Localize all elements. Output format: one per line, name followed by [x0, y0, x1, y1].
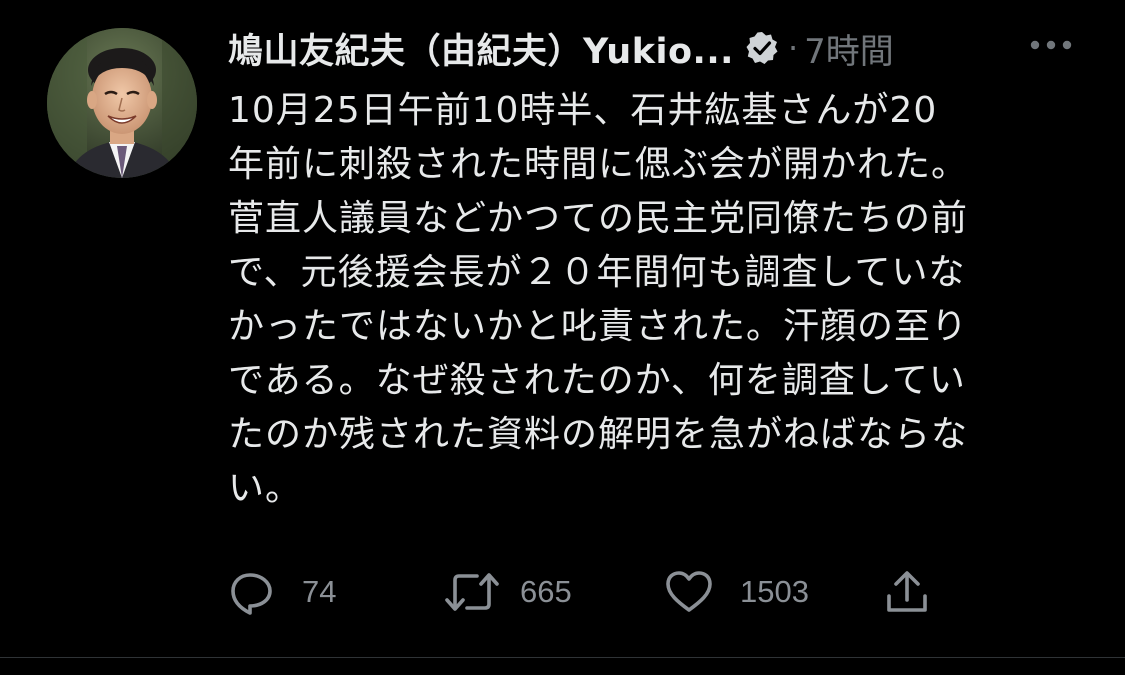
display-name[interactable]: 鳩山友紀夫（由紀夫）Yukio... — [228, 23, 734, 74]
tweet-text-line: で、元後援会長が２０年間何も調査していな — [228, 252, 966, 293]
tweet[interactable]: 鳩山友紀夫（由紀夫）Yukio... · 7時間 10月25日午前10時半、石井… — [0, 0, 1125, 675]
tweet-text-line: である。なぜ殺されたのか、何を調査してい — [228, 360, 966, 401]
tweet-text-line: い。 — [228, 468, 303, 509]
tweet-actions: 74 665 1503 — [228, 566, 988, 618]
tweet-text-line: 10月25日午前10時半、石井紘基さんが20 — [228, 90, 938, 131]
timestamp[interactable]: 7時間 — [804, 24, 894, 73]
reply-icon — [231, 573, 272, 615]
tweet-text: 10月25日午前10時半、石井紘基さんが20 年前に刺殺された時間に偲ぶ会が開か… — [228, 84, 1088, 516]
reply-count: 74 — [302, 574, 337, 609]
verified-badge-icon — [744, 30, 780, 66]
share-icon — [887, 571, 927, 612]
like-button[interactable]: 1503 — [664, 566, 809, 618]
share-button[interactable] — [884, 566, 930, 618]
retweet-icon — [445, 573, 499, 611]
avatar[interactable] — [47, 28, 197, 178]
retweet-button[interactable]: 665 — [444, 566, 572, 618]
reply-button[interactable]: 74 — [228, 566, 336, 618]
tweet-text-line: かったではないかと叱責された。汗顔の至り — [228, 306, 969, 347]
divider — [0, 657, 1125, 658]
tweet-text-line: たのか残された資料の解明を急がねばならな — [228, 414, 969, 455]
more-options-icon[interactable] — [1028, 30, 1074, 60]
avatar-photo — [47, 28, 197, 178]
like-count: 1503 — [740, 574, 809, 609]
tweet-text-line: 年前に刺殺された時間に偲ぶ会が開かれた。 — [228, 144, 969, 185]
tweet-header: 鳩山友紀夫（由紀夫）Yukio... · 7時間 — [228, 22, 1088, 74]
retweet-count: 665 — [520, 574, 572, 609]
heart-icon — [666, 571, 712, 612]
tweet-text-line: 菅直人議員などかつての民主党同僚たちの前 — [228, 198, 969, 239]
separator-dot: · — [787, 29, 799, 67]
